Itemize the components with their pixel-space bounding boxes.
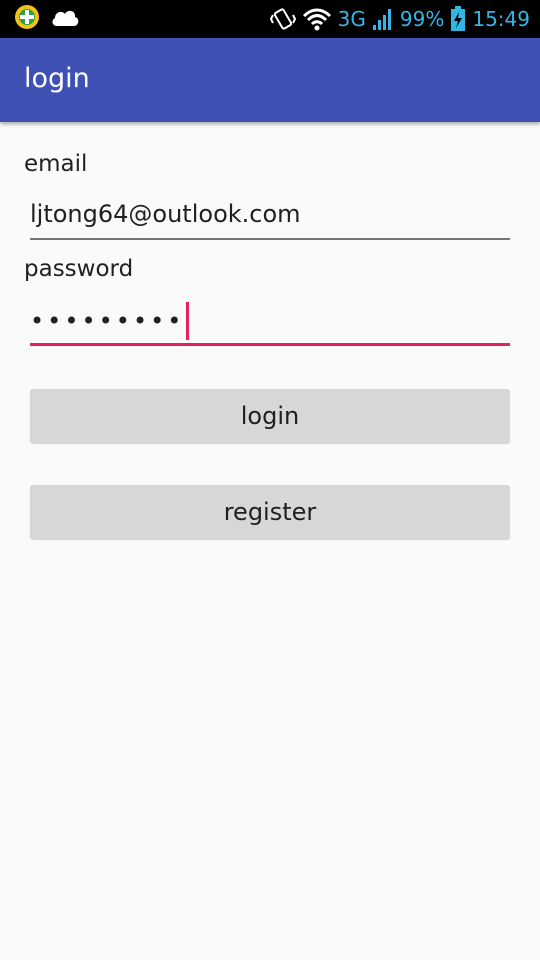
plus-badge-icon [14, 4, 40, 34]
email-value: ljtong64@outlook.com [30, 200, 301, 228]
battery-percent: 99% [399, 7, 445, 31]
status-left [14, 4, 80, 34]
register-button[interactable]: register [30, 485, 510, 539]
signal-icon [372, 7, 394, 31]
email-label: email [24, 151, 88, 177]
password-underline [30, 343, 510, 346]
password-value: ••••••••• [30, 302, 190, 340]
clock: 15:49 [472, 7, 530, 31]
battery-charging-icon [450, 6, 466, 32]
login-button[interactable]: login [30, 389, 510, 443]
page-title: login [24, 63, 90, 94]
email-field[interactable]: ljtong64@outlook.com [30, 198, 510, 240]
cloud-icon [50, 6, 80, 32]
password-mask: ••••••••• [30, 307, 185, 335]
vibrate-icon [269, 7, 296, 31]
status-bar: 3G 99% 15:49 [0, 0, 540, 38]
wifi-icon [302, 7, 332, 31]
status-right: 3G 99% 15:49 [269, 0, 530, 38]
network-type: 3G [337, 7, 366, 31]
password-field[interactable]: ••••••••• [30, 302, 510, 346]
text-cursor [186, 302, 190, 340]
app-bar: login [0, 38, 540, 122]
password-label: password [24, 256, 134, 282]
email-underline [30, 238, 510, 240]
